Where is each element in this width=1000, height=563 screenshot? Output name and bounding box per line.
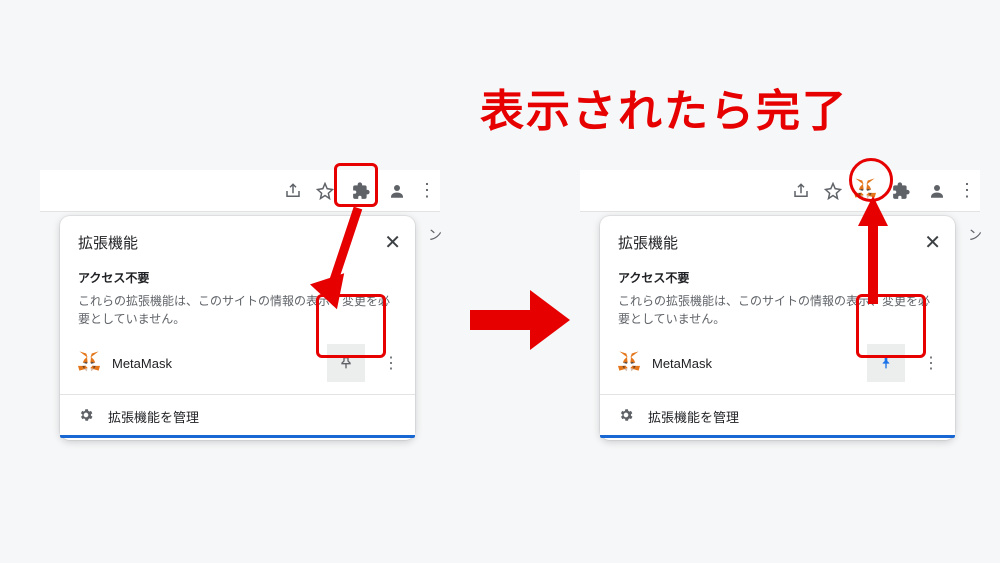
left-panel: ⋮ ン 拡張機能 ✕ アクセス不要 これらの拡張機能は、このサイトの情報の表示、… xyxy=(40,170,440,212)
browser-menu-icon[interactable]: ⋮ xyxy=(418,180,434,201)
close-icon[interactable]: ✕ xyxy=(924,230,941,255)
extension-name: MetaMask xyxy=(112,356,315,371)
browser-toolbar: ⋮ xyxy=(580,170,980,212)
background-char: ン xyxy=(428,225,442,245)
close-icon[interactable]: ✕ xyxy=(384,230,401,255)
metamask-icon xyxy=(78,350,100,377)
browser-menu-icon[interactable]: ⋮ xyxy=(958,180,974,201)
tab-stripe xyxy=(60,430,415,438)
arrow-up-icon xyxy=(858,196,888,304)
popup-title: 拡張機能 xyxy=(618,232,678,253)
gear-icon xyxy=(618,407,634,426)
share-icon[interactable] xyxy=(790,180,812,202)
background-char: ン xyxy=(968,225,982,245)
annotation-text: 表示されたら完了 xyxy=(480,75,848,139)
section-subtitle: アクセス不要 xyxy=(600,265,955,288)
profile-icon[interactable] xyxy=(386,180,408,202)
share-icon[interactable] xyxy=(282,180,304,202)
arrow-down-icon xyxy=(310,200,380,315)
manage-label: 拡張機能を管理 xyxy=(108,407,199,426)
tab-stripe xyxy=(600,430,955,438)
star-icon[interactable] xyxy=(314,180,336,202)
right-panel: ⋮ ン 拡張機能 ✕ アクセス不要 これらの拡張機能は、このサイトの情報の表示、… xyxy=(580,170,980,212)
manage-label: 拡張機能を管理 xyxy=(648,407,739,426)
popup-title: 拡張機能 xyxy=(78,232,138,253)
arrow-right-icon xyxy=(470,290,570,355)
browser-toolbar: ⋮ xyxy=(40,170,440,212)
metamask-icon xyxy=(618,350,640,377)
extension-name: MetaMask xyxy=(652,356,855,371)
star-icon[interactable] xyxy=(822,180,844,202)
gear-icon xyxy=(78,407,94,426)
profile-icon[interactable] xyxy=(926,180,948,202)
